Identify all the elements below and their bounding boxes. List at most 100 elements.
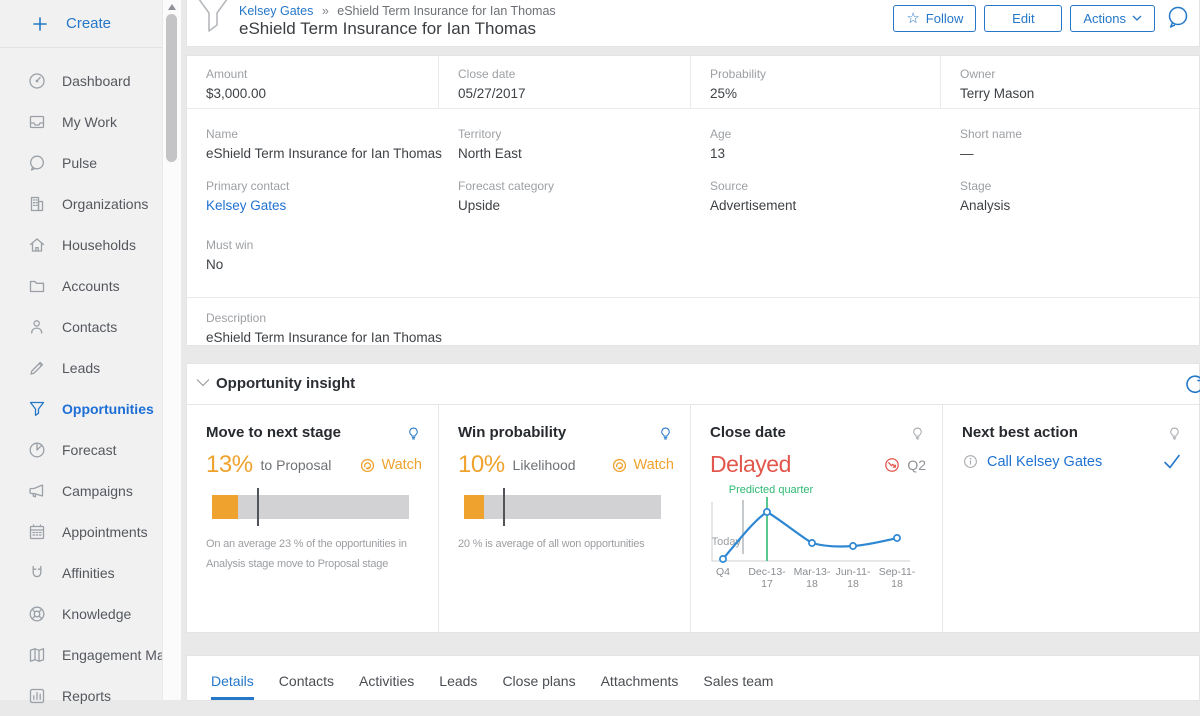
sidebar: Create Dashboard My Work Pulse Organizat… [0,0,181,700]
collapse-chevron-icon[interactable] [196,378,210,388]
sidebar-item-label: My Work [62,114,117,130]
tab-close-plans[interactable]: Close plans [502,673,575,700]
field-value: eShield Term Insurance for Ian Thomas [206,330,1199,345]
sidebar-item-label: Affinities [62,565,115,581]
tab-sales-team[interactable]: Sales team [703,673,773,700]
sidebar-item-icon [27,194,47,214]
field-value[interactable]: Kelsey Gates [206,198,431,213]
sidebar-item-reports[interactable]: Reports [0,675,181,716]
breadcrumb: Kelsey Gates » eShield Term Insurance fo… [239,4,556,18]
field-value: 13 [710,146,933,161]
sidebar-item-dashboard[interactable]: Dashboard [0,60,181,101]
follow-button[interactable]: ☆ Follow [893,5,976,32]
watch-button[interactable]: Watch [359,457,422,474]
field-probability: Probability 25% [691,56,941,108]
sidebar-item-label: Reports [62,688,111,704]
field-label: Stage [960,179,1191,193]
field-value: 05/27/2017 [458,86,682,101]
create-button[interactable]: Create [0,0,181,48]
field-must-win: Must win No [187,227,1199,279]
sidebar-item-appointments[interactable]: Appointments [0,511,181,552]
tab-activities[interactable]: Activities [359,673,414,700]
win-progress-bar [464,495,661,519]
sidebar-item-knowledge[interactable]: Knowledge [0,593,181,634]
sidebar-item-label: Dashboard [62,73,131,89]
sidebar-item-contacts[interactable]: Contacts [0,306,181,347]
field-value: Analysis [960,198,1191,213]
sidebar-item-households[interactable]: Households [0,224,181,265]
field-label: Close date [458,67,682,81]
tab-attachments[interactable]: Attachments [601,673,679,700]
field-label: Description [206,311,1199,325]
insight-cards: Move to next stage 13% to Proposal Watch… [187,405,1199,633]
bulb-icon[interactable] [405,425,422,442]
stage-suffix: to Proposal [261,457,332,473]
breadcrumb-separator: » [322,4,329,18]
sidebar-item-icon [27,686,47,706]
scroll-up-arrow-icon[interactable] [168,4,176,10]
sidebar-item-leads[interactable]: Leads [0,347,181,388]
bulb-icon[interactable] [1166,425,1183,442]
svg-text:18: 18 [806,578,818,590]
next-action-link[interactable]: Call Kelsey Gates [987,454,1102,470]
sidebar-item-icon [27,276,47,296]
svg-text:Mar-13-: Mar-13- [794,566,831,578]
details-panel: Amount $3,000.00 Close date 05/27/2017 P… [186,55,1200,346]
sidebar-item-opportunities[interactable]: Opportunities [0,388,181,429]
accept-check-icon[interactable] [1163,454,1181,469]
summary-field-row: Amount $3,000.00 Close date 05/27/2017 P… [187,56,1199,109]
trend-down-icon [883,456,901,474]
info-icon[interactable] [962,453,979,470]
page-title: eShield Term Insurance for Ian Thomas [239,19,536,39]
sidebar-item-accounts[interactable]: Accounts [0,265,181,306]
card-caption: 20 % is average of all won opportunities [458,534,684,554]
tab-leads[interactable]: Leads [439,673,477,700]
field-label: Probability [710,67,932,81]
edit-button[interactable]: Edit [984,5,1062,32]
card-close-date: Close date Delayed Q2 Today [691,405,943,633]
record-header: Kelsey Gates » eShield Term Insurance fo… [186,0,1200,47]
sidebar-nav: Dashboard My Work Pulse Organizations Ho… [0,48,181,716]
field-label: Must win [206,238,1191,252]
header-actions: ☆ Follow Edit Actions [893,4,1191,32]
sidebar-item-organizations[interactable]: Organizations [0,183,181,224]
bulb-icon[interactable] [909,425,926,442]
field-label: Amount [206,67,430,81]
field-label: Owner [960,67,1191,81]
scrollbar-thumb[interactable] [166,14,177,162]
field-value: 25% [710,86,932,101]
card-title: Close date [710,424,786,441]
field-value: $3,000.00 [206,86,430,101]
refresh-icon[interactable] [1182,373,1200,397]
watch-button[interactable]: Watch [611,457,674,474]
sidebar-item-my-work[interactable]: My Work [0,101,181,142]
sidebar-item-forecast[interactable]: Forecast [0,429,181,470]
tab-details[interactable]: Details [211,673,254,700]
actions-button[interactable]: Actions [1070,5,1155,32]
sidebar-item-affinities[interactable]: Affinities [0,552,181,593]
card-title: Next best action [962,424,1078,441]
close-date-chart: Today Predicted quarter Q4 Dec-13- 17 [710,484,936,592]
sidebar-item-label: Knowledge [62,606,131,622]
field-label: Short name [960,127,1191,141]
breadcrumb-current: eShield Term Insurance for Ian Thomas [337,4,555,18]
watch-icon [611,457,628,474]
svg-text:17: 17 [761,578,773,590]
sidebar-scrollbar[interactable] [162,0,181,700]
chat-bubble-icon[interactable] [1165,4,1191,32]
bulb-icon[interactable] [657,425,674,442]
field-label: Age [710,127,933,141]
sidebar-item-engagement-map[interactable]: Engagement Map [0,634,181,675]
field-territory: Territory North East [439,109,691,161]
sidebar-item-pulse[interactable]: Pulse [0,142,181,183]
card-caption: On an average 23 % of the opportunities … [206,534,432,574]
field-value: North East [458,146,683,161]
tab-contacts[interactable]: Contacts [279,673,334,700]
close-date-status: Delayed [710,451,791,478]
sidebar-item-label: Campaigns [62,483,133,499]
field-label: Forecast category [458,179,683,193]
win-percent: 10% [458,451,505,479]
breadcrumb-parent-link[interactable]: Kelsey Gates [239,4,313,18]
sidebar-item-campaigns[interactable]: Campaigns [0,470,181,511]
sidebar-item-label: Leads [62,360,100,376]
